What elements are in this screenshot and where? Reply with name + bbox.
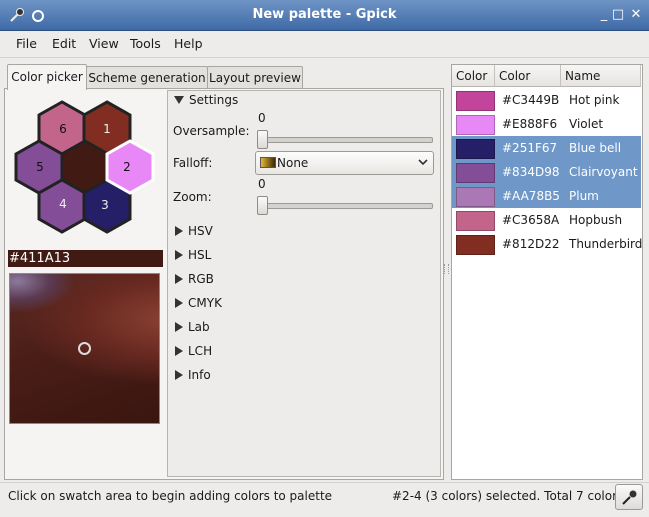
oversample-slider-handle[interactable]: [257, 130, 268, 149]
palette-row-name: Clairvoyant: [569, 165, 638, 179]
palette-swatch: [456, 187, 495, 207]
falloff-label: Falloff:: [173, 156, 213, 170]
palette-row-name: Violet: [569, 117, 604, 131]
picker-cursor-icon: [78, 342, 91, 355]
settings-expander-icon[interactable]: [174, 96, 184, 104]
zoom-slider-handle[interactable]: [257, 196, 268, 215]
zoom-value: 0: [258, 177, 266, 191]
hsl-expander-icon[interactable]: [175, 250, 183, 260]
settings-header[interactable]: Settings: [189, 93, 238, 107]
close-button[interactable]: ✕: [628, 7, 644, 23]
falloff-gradient-icon: [260, 157, 276, 168]
palette-row-hex: #812D22: [502, 237, 560, 251]
section-rgb[interactable]: RGB: [188, 272, 214, 286]
lab-expander-icon[interactable]: [175, 322, 183, 332]
rgb-expander-icon[interactable]: [175, 274, 183, 284]
column-header-name[interactable]: Name: [561, 65, 641, 87]
menu-tools[interactable]: Tools: [130, 31, 161, 57]
menu-file[interactable]: File: [16, 31, 37, 57]
swatch-1-label: 1: [103, 122, 111, 136]
lch-expander-icon[interactable]: [175, 346, 183, 356]
palette-row-name: Blue bell: [569, 141, 622, 155]
zoom-slider[interactable]: [260, 203, 433, 209]
palette-row[interactable]: #812D22 Thunderbird: [452, 232, 643, 256]
palette-row-name: Hopbush: [569, 213, 623, 227]
column-header-swatch[interactable]: Color: [452, 65, 495, 87]
swatch-hexagons[interactable]: [10, 96, 160, 238]
palette-swatch: [456, 91, 495, 111]
palette-row[interactable]: #C3449B Hot pink: [452, 88, 641, 112]
tab-color-picker[interactable]: Color picker: [7, 64, 87, 90]
maximize-button[interactable]: □: [610, 7, 626, 23]
swatch-2-label: 2: [123, 160, 131, 174]
current-color-hex: #411A13: [8, 250, 163, 267]
swatch-4-label: 4: [59, 197, 67, 211]
menu-view[interactable]: View: [89, 31, 119, 57]
section-info[interactable]: Info: [188, 368, 211, 382]
palette-row-name: Hot pink: [569, 93, 620, 107]
palette-swatch: [456, 235, 495, 255]
column-header-color[interactable]: Color: [495, 65, 561, 87]
eyedropper-icon: [622, 490, 637, 505]
window-title: New palette - Gpick: [252, 7, 397, 22]
section-lch[interactable]: LCH: [188, 344, 212, 358]
tab-layout-preview[interactable]: Layout preview: [207, 66, 303, 89]
menu-help[interactable]: Help: [174, 31, 203, 57]
palette-row-hex: #834D98: [502, 165, 560, 179]
palette-row-hex: #AA78B5: [502, 189, 560, 203]
chevron-down-icon[interactable]: [418, 156, 428, 170]
section-hsl[interactable]: HSL: [188, 248, 211, 262]
palette-row-hex: #E888F6: [502, 117, 558, 131]
zoom-label: Zoom:: [173, 190, 212, 204]
oversample-slider[interactable]: [260, 137, 433, 143]
status-hint: Click on swatch area to begin adding col…: [8, 489, 333, 503]
section-hsv[interactable]: HSV: [188, 224, 213, 238]
oversample-value: 0: [258, 111, 266, 125]
falloff-value: None: [277, 156, 309, 170]
cmyk-expander-icon[interactable]: [175, 298, 183, 308]
pane-separator-handle[interactable]: [444, 264, 449, 274]
tab-scheme-generation[interactable]: Scheme generation: [86, 66, 208, 89]
swatch-3-label: 3: [101, 198, 109, 212]
palette-row-hex: #C3658A: [502, 213, 560, 227]
palette-row[interactable]: #251F67 Blue bell: [452, 136, 641, 160]
oversample-label: Oversample:: [173, 124, 250, 138]
section-lab[interactable]: Lab: [188, 320, 210, 334]
palette-swatch: [456, 163, 495, 183]
status-selection: #2-4 (3 colors) selected. Total 7 colors: [392, 489, 624, 503]
swatch-5-label: 5: [36, 160, 44, 174]
palette-row[interactable]: #834D98 Clairvoyant: [452, 160, 641, 184]
menu-edit[interactable]: Edit: [52, 31, 76, 57]
palette-swatch: [456, 115, 495, 135]
swatch-6-label: 6: [59, 122, 67, 136]
palette-row-name: Plum: [569, 189, 599, 203]
status-divider: [0, 482, 649, 483]
color-pick-button[interactable]: [615, 484, 643, 510]
section-cmyk[interactable]: CMYK: [188, 296, 222, 310]
palette-row[interactable]: #AA78B5 Plum: [452, 184, 641, 208]
palette-row-hex: #C3449B: [502, 93, 560, 107]
palette-row-name: Thunderbird: [569, 237, 643, 251]
hsv-expander-icon[interactable]: [175, 226, 183, 236]
palette-swatch: [456, 211, 495, 231]
palette-row-hex: #251F67: [502, 141, 558, 155]
palette-swatch: [456, 139, 495, 159]
palette-row[interactable]: #E888F6 Violet: [452, 112, 641, 136]
palette-row[interactable]: #C3658A Hopbush: [452, 208, 641, 232]
info-expander-icon[interactable]: [175, 370, 183, 380]
